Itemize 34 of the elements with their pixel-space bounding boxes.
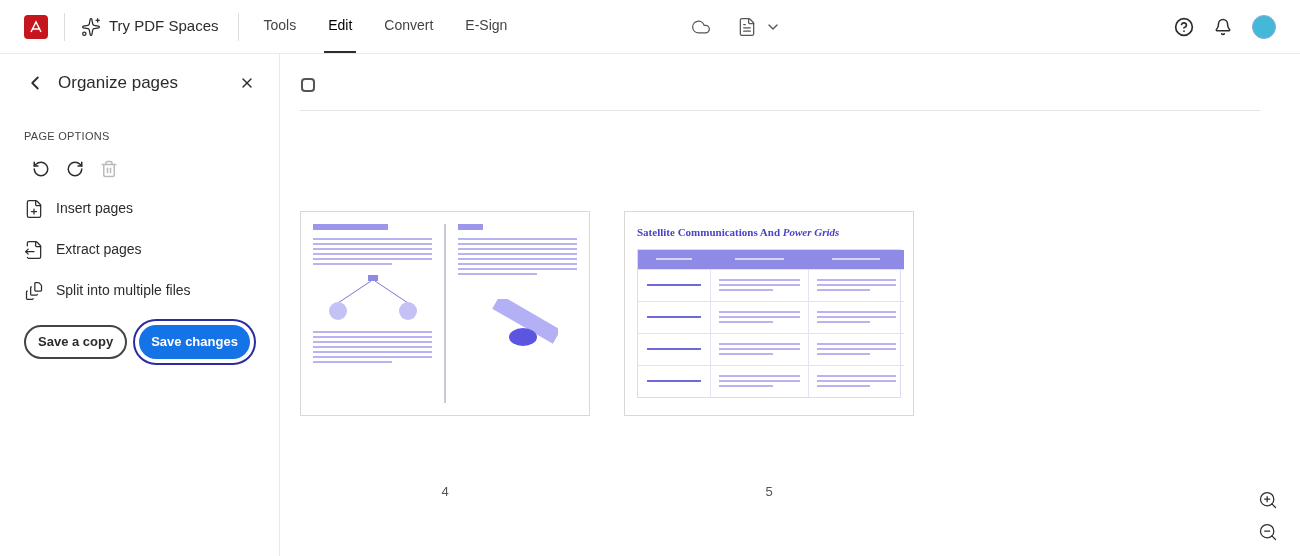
select-all-checkbox[interactable] bbox=[301, 78, 315, 92]
row-label-line bbox=[647, 316, 701, 318]
zoom-in-icon[interactable] bbox=[1258, 490, 1278, 510]
notification-icon[interactable] bbox=[1214, 17, 1232, 36]
page-option-item[interactable]: Extract pages bbox=[24, 239, 255, 260]
sparkle-icon bbox=[81, 16, 101, 37]
page-number: 4 bbox=[441, 483, 449, 501]
rotate-right-icon[interactable] bbox=[66, 160, 84, 178]
row-label-line bbox=[647, 284, 701, 286]
table-header-cell bbox=[638, 249, 710, 269]
page-title: Satellite Communications And Power Grids bbox=[637, 225, 841, 240]
save-copy-button[interactable]: Save a copy bbox=[24, 325, 128, 359]
page-number: 5 bbox=[765, 483, 773, 501]
page-thumbnail[interactable]: Satellite Communications And Power Grids bbox=[624, 211, 914, 416]
row-label-line bbox=[647, 348, 701, 350]
panel-title: Organize pages bbox=[58, 72, 179, 94]
section-label: PAGE OPTIONS bbox=[24, 128, 111, 144]
help-icon[interactable] bbox=[1174, 16, 1194, 37]
heading-bar bbox=[458, 224, 483, 230]
split-pages-icon bbox=[24, 280, 44, 301]
page-option-item[interactable]: Split into multiple files bbox=[24, 280, 255, 301]
extract-pages-icon bbox=[24, 239, 44, 260]
page-option-item[interactable]: Insert pages bbox=[24, 198, 255, 219]
insert-pages-icon bbox=[24, 198, 44, 219]
nav-tab[interactable]: E-Sign bbox=[461, 0, 512, 53]
nav-tab[interactable]: Edit bbox=[324, 0, 357, 53]
page-thumbnail[interactable] bbox=[300, 211, 590, 416]
try-pdf-spaces-link[interactable]: Try PDF Spaces bbox=[81, 15, 219, 38]
rotate-left-icon[interactable] bbox=[32, 160, 50, 178]
zoom-out-icon[interactable] bbox=[1258, 522, 1278, 542]
nav-tab[interactable]: Convert bbox=[380, 0, 438, 53]
row-label-line bbox=[647, 380, 701, 382]
acrobat-logo[interactable] bbox=[24, 14, 48, 39]
nav-tab[interactable]: Tools bbox=[259, 0, 301, 53]
